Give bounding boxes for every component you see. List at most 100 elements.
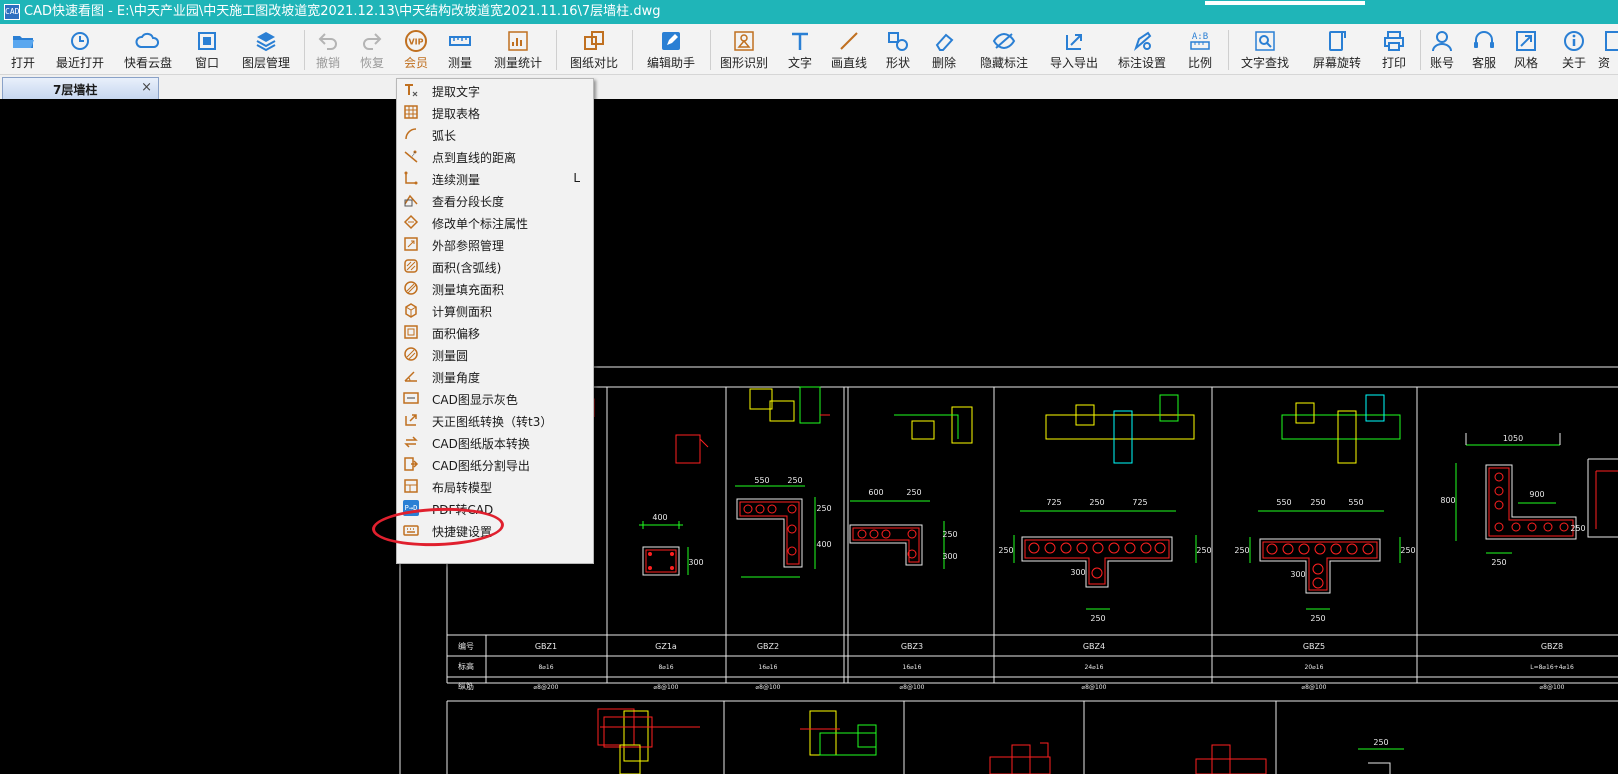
folder-open-icon xyxy=(13,36,34,48)
section-gbz8: 1050 800 250 250 900 xyxy=(1440,433,1618,567)
cell-stirrup-gbz2: ⌀8@100 xyxy=(756,684,781,691)
customer-service-button[interactable]: 客服 xyxy=(1466,24,1502,74)
menu-item-point-line-distance[interactable]: 点到直线的距离 xyxy=(398,145,592,167)
point-line-distance-icon xyxy=(404,150,418,163)
hatch-area-icon xyxy=(404,281,418,295)
rotate-screen-button[interactable]: 屏幕旋转 xyxy=(1306,24,1368,74)
about-button[interactable]: 关于 xyxy=(1556,24,1592,74)
account-button[interactable]: 账号 xyxy=(1424,24,1460,74)
resource-button[interactable]: 资 xyxy=(1598,24,1618,74)
layer-manager-button[interactable]: 图层管理 xyxy=(236,24,296,74)
measure-button[interactable]: 测量 xyxy=(442,24,478,74)
menu-item-hatch-area[interactable]: 测量填充面积 xyxy=(398,277,592,299)
dim-gbz2-a: 550 xyxy=(754,476,769,485)
draw-line-button[interactable]: 画直线 xyxy=(826,24,872,74)
cell-rebar-gbz3: 16⌀16 xyxy=(903,664,922,671)
dim-gbz4-g: 250 xyxy=(1090,614,1105,623)
cell-stirrup-gbz8: ⌀8@100 xyxy=(1540,684,1565,691)
menu-item-xref-manager[interactable]: 外部参照管理 xyxy=(398,233,592,255)
dim-gbz5-g: 250 xyxy=(1310,614,1325,623)
cell-stirrup-gbz5: ⌀8@100 xyxy=(1302,684,1327,691)
eraser-icon xyxy=(935,33,954,51)
dim-gbz5-a: 550 xyxy=(1276,498,1291,507)
shapes-button[interactable]: 形状 xyxy=(880,24,916,74)
print-icon xyxy=(1384,31,1404,51)
measure-circle-icon xyxy=(404,347,418,361)
shortcut-key: L xyxy=(573,171,580,185)
style-icon xyxy=(1516,31,1536,51)
line-icon xyxy=(840,32,858,50)
menu-item-area-offset[interactable]: 面积偏移 xyxy=(398,321,592,343)
import-export-button[interactable]: 导入导出 xyxy=(1046,24,1102,74)
dim-gbz3-b: 250 xyxy=(906,488,921,497)
hide-annotation-button[interactable]: 隐藏标注 xyxy=(976,24,1032,74)
version-convert-icon xyxy=(404,436,418,448)
resource-icon xyxy=(1605,31,1618,51)
undo-button[interactable]: 撤销 xyxy=(310,24,346,74)
menu-item-side-area[interactable]: 计算侧面积 xyxy=(398,299,592,321)
menu-item-arc-length[interactable]: 弧长 xyxy=(398,123,592,145)
style-button[interactable]: 风格 xyxy=(1508,24,1544,74)
edit-annotation-icon xyxy=(403,214,419,230)
section-gbz4: 725 250 725 250 250 300 250 xyxy=(998,394,1212,623)
dim-lower-bottom: 250 xyxy=(1373,738,1388,747)
measure-stats-button[interactable]: 测量统计 xyxy=(488,24,548,74)
drawing-compare-button[interactable]: 图纸对比 xyxy=(564,24,624,74)
toolbar-separator xyxy=(304,30,305,70)
redo-button[interactable]: 恢复 xyxy=(354,24,390,74)
print-button[interactable]: 打印 xyxy=(1376,24,1412,74)
menu-item-edit-annotation[interactable]: 修改单个标注属性 xyxy=(398,211,592,233)
dim-gbz5-b: 250 xyxy=(1310,498,1325,507)
tab-close-icon[interactable]: × xyxy=(141,80,152,95)
recent-open-button[interactable]: 最近打开 xyxy=(52,24,108,74)
delete-button[interactable]: 删除 xyxy=(926,24,962,74)
menu-item-split-export[interactable]: CAD图纸分割导出 xyxy=(398,453,592,475)
menu-item-measure-angle[interactable]: 测量角度 xyxy=(398,365,592,387)
edit-assistant-button[interactable]: 编辑助手 xyxy=(640,24,702,74)
annotation-settings-button[interactable]: 标注设置 xyxy=(1114,24,1170,74)
cell-rebar-gbz8: L=8⌀16+4⌀16 xyxy=(1530,664,1574,671)
title-search-field[interactable] xyxy=(1205,1,1365,5)
segment-length-icon xyxy=(404,194,418,207)
menu-item-extract-text[interactable]: 提取文字 xyxy=(398,79,592,101)
extract-table-icon xyxy=(404,105,418,119)
area-arc-icon xyxy=(404,259,418,273)
menu-item-continuous-measure[interactable]: 连续测量 L xyxy=(398,167,592,189)
menu-item-version-convert[interactable]: CAD图纸版本转换 xyxy=(398,431,592,453)
menu-item-layout-to-model[interactable]: 布局转模型 xyxy=(398,475,592,497)
dim-gbz5-d: 250 xyxy=(1234,546,1249,555)
cloud-disk-button[interactable]: 快看云盘 xyxy=(120,24,176,74)
col-label-gbz4: GBZ4 xyxy=(1083,642,1105,651)
scale-badge-text: A:B xyxy=(1192,32,1208,42)
menu-item-tangent-convert[interactable]: 天正图纸转换（转t3） xyxy=(398,409,592,431)
open-button[interactable]: 打开 xyxy=(4,24,42,74)
drawing-canvas[interactable]: 400 300 550 250 250 400 600 250 250 300 … xyxy=(0,99,1618,774)
menu-item-extract-table[interactable]: 提取表格 xyxy=(398,101,592,123)
menu-item-measure-circle[interactable]: 测量圆 xyxy=(398,343,592,365)
measure-dropdown-menu: 提取文字 提取表格 弧长 点到直线的距离 连续测量 L 查看分段长度 修改单个标… xyxy=(396,78,594,564)
dim-gbz4-d: 250 xyxy=(998,546,1013,555)
dim-gbz4-b: 250 xyxy=(1089,498,1104,507)
main-toolbar: 打开 最近打开 快看云盘 窗口 图层管理 撤销 恢复 VIP 会员 测量 测量统… xyxy=(0,24,1618,75)
vip-button[interactable]: VIP 会员 xyxy=(398,24,434,74)
layout-model-icon xyxy=(404,479,418,493)
row-header-elevation: 标高 xyxy=(458,661,474,671)
cad-drawing: 400 300 550 250 250 400 600 250 250 300 … xyxy=(399,366,1618,774)
section-gbz5: 550 250 550 250 250 300 250 xyxy=(1234,394,1416,623)
text-button[interactable]: 文字 xyxy=(782,24,818,74)
dim-gbz3-a: 600 xyxy=(868,488,883,497)
dim-gbz2-b: 250 xyxy=(787,476,802,485)
menu-item-gray-display[interactable]: CAD图显示灰色 xyxy=(398,387,592,409)
menu-item-segment-length[interactable]: 查看分段长度 xyxy=(398,189,592,211)
cell-stirrup-gbz1: ⌀8@200 xyxy=(534,684,559,691)
col-label-gbz1: GBZ1 xyxy=(535,642,557,651)
layers-icon xyxy=(256,32,276,52)
tab-7f-wall-column[interactable]: 7层墙柱 × xyxy=(2,77,159,99)
dim-gbz4-e: 250 xyxy=(1196,546,1211,555)
shape-recognize-button[interactable]: 图形识别 xyxy=(716,24,772,74)
scale-button[interactable]: A:B 比例 xyxy=(1182,24,1218,74)
text-search-button[interactable]: 文字查找 xyxy=(1234,24,1296,74)
window-button[interactable]: 窗口 xyxy=(186,24,228,74)
menu-item-area-arc[interactable]: 面积(含弧线) xyxy=(398,255,592,277)
hide-eye-icon xyxy=(992,32,1016,50)
